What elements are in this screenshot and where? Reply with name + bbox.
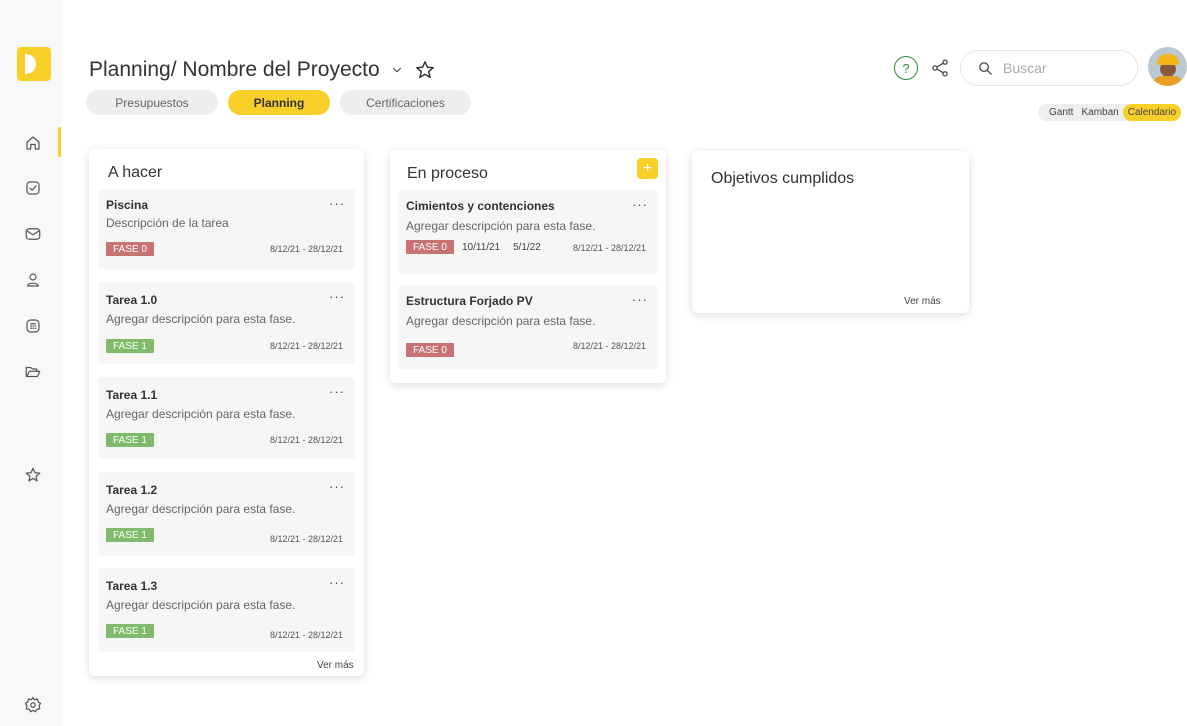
tab-presupuestos[interactable]: Presupuestos xyxy=(86,90,218,115)
tab-certificaciones[interactable]: Certificaciones xyxy=(340,90,471,115)
sidebar-item-files[interactable] xyxy=(23,362,43,382)
tab-planning[interactable]: Planning xyxy=(228,90,330,115)
phase-badge: FASE 1 xyxy=(106,624,154,638)
chevron-down-icon[interactable] xyxy=(390,63,404,77)
sidebar-item-tasks[interactable] xyxy=(23,178,43,198)
more-icon[interactable]: ··· xyxy=(632,292,648,307)
card-description: Descripción de la tarea xyxy=(106,216,229,230)
avatar[interactable] xyxy=(1148,47,1187,86)
card-description: Agregar descripción para esta fase. xyxy=(106,598,296,612)
task-card[interactable]: Tarea 1.2 ··· Agregar descripción para e… xyxy=(98,472,355,556)
sidebar-item-settings[interactable] xyxy=(23,695,43,715)
card-dates: 8/12/21 - 28/12/21 xyxy=(572,341,646,351)
card-title: Tarea 1.0 xyxy=(106,293,158,307)
view-calendario[interactable]: Calendario xyxy=(1122,104,1182,121)
view-gantt[interactable]: Gantt xyxy=(1045,104,1077,121)
phase-badge: FASE 1 xyxy=(106,339,154,353)
sidebar xyxy=(0,0,62,726)
view-switcher: Gantt Kamban Calendario xyxy=(1038,104,1182,121)
app-logo[interactable] xyxy=(17,47,51,81)
calculator-icon xyxy=(26,319,40,333)
add-task-button[interactable]: + xyxy=(637,158,658,179)
column-in-progress: En proceso + Cimientos y contenciones ··… xyxy=(390,150,666,383)
task-card[interactable]: Tarea 1.3 ··· Agregar descripción para e… xyxy=(98,568,355,652)
card-dates: 8/12/21 - 28/12/21 xyxy=(269,341,343,351)
home-icon xyxy=(26,136,40,150)
page-header: Planning/ Nombre del Proyecto xyxy=(89,58,436,82)
ver-mas-link[interactable]: Ver más xyxy=(317,660,354,671)
column-title: A hacer xyxy=(108,164,163,181)
search-icon xyxy=(979,61,992,75)
checkbox-icon xyxy=(26,181,40,195)
card-dates: 8/12/21 - 28/12/21 xyxy=(269,630,343,640)
folder-icon xyxy=(25,366,41,378)
search-input[interactable] xyxy=(1003,60,1123,76)
column-todo: A hacer Piscina ··· Descripción de la ta… xyxy=(89,149,364,676)
phase-badge: FASE 1 xyxy=(106,433,154,447)
card-description: Agregar descripción para esta fase. xyxy=(106,312,296,326)
start-date: 10/11/21 xyxy=(462,242,501,253)
help-icon[interactable]: ? xyxy=(894,56,918,80)
card-dates: 8/12/21 - 28/12/21 xyxy=(269,435,343,445)
page-title: Planning/ Nombre del Proyecto xyxy=(89,58,380,81)
card-description: Agregar descripción para esta fase. xyxy=(406,219,596,233)
task-card[interactable]: Tarea 1.1 ··· Agregar descripción para e… xyxy=(98,377,355,459)
star-icon[interactable] xyxy=(414,59,436,81)
card-title: Tarea 1.2 xyxy=(106,483,158,497)
phase-badge: FASE 0 xyxy=(406,343,454,357)
share-icon[interactable] xyxy=(930,58,950,78)
card-title: Piscina xyxy=(106,198,149,212)
card-title: Cimientos y contenciones xyxy=(406,199,555,213)
phase-badge: FASE 0 xyxy=(106,242,154,256)
more-icon[interactable]: ··· xyxy=(329,289,345,304)
mail-icon xyxy=(25,228,41,240)
user-icon xyxy=(27,273,39,287)
view-kamban[interactable]: Kamban xyxy=(1077,104,1122,121)
search-box xyxy=(960,50,1138,86)
sidebar-active-indicator xyxy=(58,127,61,157)
sidebar-item-messages[interactable] xyxy=(23,224,43,244)
card-title: Tarea 1.3 xyxy=(106,579,158,593)
task-card[interactable]: Piscina ··· Descripción de la tarea FASE… xyxy=(98,189,355,269)
card-title: Estructura Forjado PV xyxy=(406,294,533,308)
header-actions: ? xyxy=(894,50,1138,86)
card-description: Agregar descripción para esta fase. xyxy=(106,407,296,421)
column-title: En proceso xyxy=(407,165,488,182)
sidebar-item-users[interactable] xyxy=(23,270,43,290)
star-icon xyxy=(25,467,41,482)
settings-icon xyxy=(24,696,42,713)
ver-mas-link[interactable]: Ver más xyxy=(904,296,941,307)
task-card[interactable]: Tarea 1.0 ··· Agregar descripción para e… xyxy=(98,282,355,364)
card-dates: 8/12/21 - 28/12/21 xyxy=(269,244,343,254)
end-date: 5/1/22 xyxy=(513,242,541,253)
more-icon[interactable]: ··· xyxy=(329,575,345,590)
section-tabs: Presupuestos Planning Certificaciones xyxy=(86,90,471,115)
card-description: Agregar descripción para esta fase. xyxy=(106,502,296,516)
sidebar-item-favorites[interactable] xyxy=(23,465,43,485)
card-description: Agregar descripción para esta fase. xyxy=(406,314,596,328)
column-title: Objetivos cumplidos xyxy=(711,170,855,187)
card-dates: 8/12/21 - 28/12/21 xyxy=(269,534,343,544)
column-done: Objetivos cumplidos Ver más xyxy=(692,151,969,313)
card-title: Tarea 1.1 xyxy=(106,388,158,402)
more-icon[interactable]: ··· xyxy=(329,479,345,494)
more-icon[interactable]: ··· xyxy=(329,196,345,211)
sidebar-item-budget[interactable] xyxy=(23,316,43,336)
task-card[interactable]: Estructura Forjado PV ··· Agregar descri… xyxy=(398,285,658,369)
phase-badge: FASE 0 xyxy=(406,240,454,254)
task-card[interactable]: Cimientos y contenciones ··· Agregar des… xyxy=(398,190,658,274)
phase-badge: FASE 1 xyxy=(106,528,154,542)
sidebar-item-home[interactable] xyxy=(23,133,43,153)
card-dates: 8/12/21 - 28/12/21 xyxy=(572,243,646,253)
more-icon[interactable]: ··· xyxy=(632,197,648,212)
more-icon[interactable]: ··· xyxy=(329,384,345,399)
